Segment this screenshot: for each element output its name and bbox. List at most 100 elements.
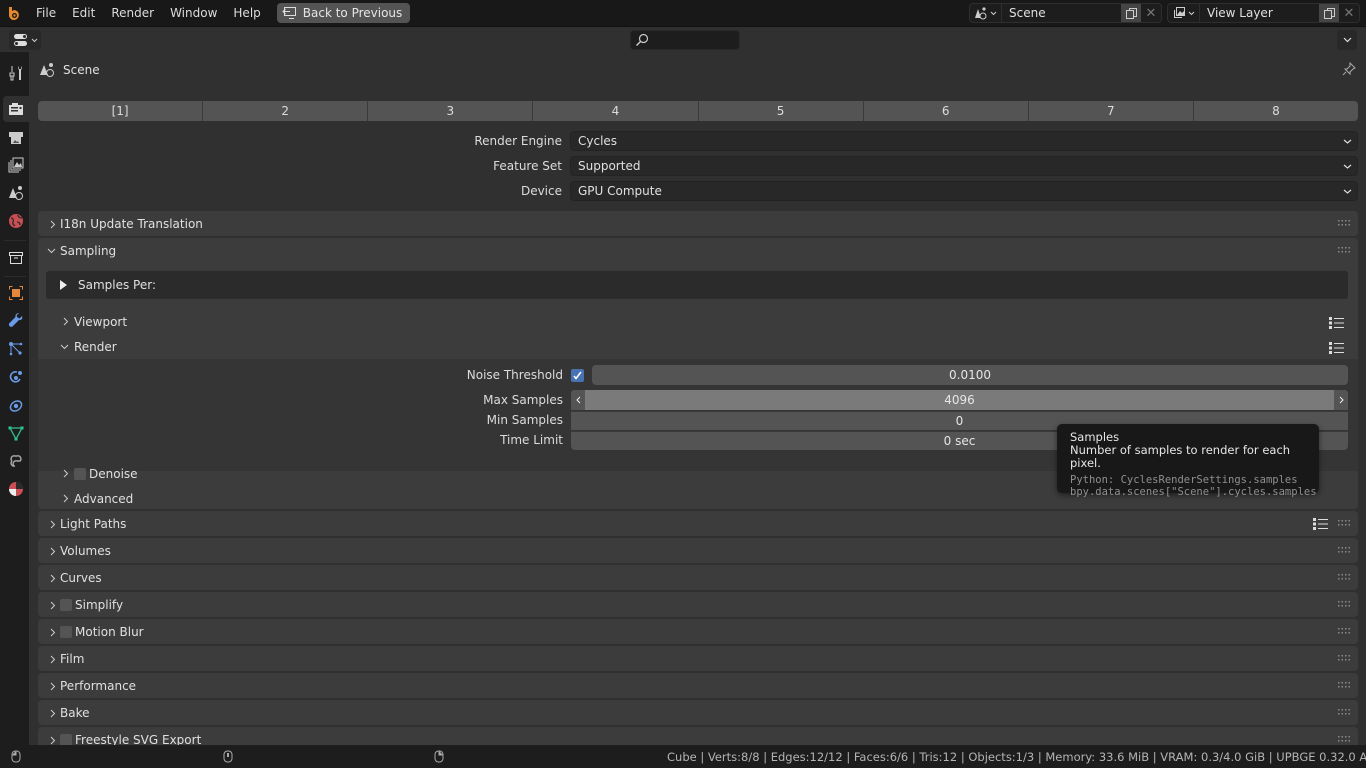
drag-grip-icon[interactable] [1338, 709, 1350, 716]
panel-header[interactable]: Performance [38, 673, 1358, 699]
panel-header[interactable]: Light Paths [38, 511, 1358, 537]
search-icon [636, 33, 649, 46]
pin-icon[interactable] [1342, 61, 1356, 79]
duplicate-scene-button[interactable] [1121, 4, 1141, 22]
samples-per-label: Samples Per: [78, 278, 157, 292]
panel-header[interactable]: Freestyle SVG Export [38, 727, 1358, 745]
panel-header[interactable]: Film [38, 646, 1358, 672]
tab-material[interactable] [3, 476, 29, 502]
presets-list-icon[interactable] [1329, 317, 1344, 329]
tab-collection[interactable] [3, 245, 29, 271]
drag-grip-icon[interactable] [1338, 655, 1350, 662]
tab-scene[interactable] [3, 180, 29, 206]
tab-particles[interactable] [3, 336, 29, 362]
options-dropdown-button[interactable] [1337, 30, 1357, 50]
duplicate-view-layer-button[interactable] [1319, 4, 1339, 22]
tab-world[interactable] [3, 208, 29, 234]
menu-render[interactable]: Render [103, 0, 162, 26]
panel-header[interactable]: Simplify [38, 592, 1358, 618]
tab-tool[interactable] [3, 60, 29, 86]
subpanel-denoise[interactable]: Denoise [38, 461, 138, 486]
device-dropdown[interactable]: GPU Compute [570, 181, 1358, 201]
subpanel-viewport[interactable]: Viewport [38, 309, 127, 334]
render-slot-5[interactable]: 5 [699, 101, 864, 121]
app-logo-icon[interactable] [0, 0, 28, 26]
noise-threshold-field[interactable]: 0.0100 [592, 365, 1348, 385]
panel-header[interactable]: Motion Blur [38, 619, 1358, 645]
motion-blur-checkbox[interactable] [60, 626, 72, 638]
menu-help[interactable]: Help [225, 0, 268, 26]
tab-object[interactable] [3, 280, 29, 306]
view-layer-selector[interactable]: View Layer ✕ [1167, 3, 1360, 23]
render-engine-dropdown[interactable]: Cycles [570, 131, 1358, 151]
subpanel-advanced[interactable]: Advanced [38, 486, 133, 511]
drag-grip-icon[interactable] [1338, 736, 1350, 743]
panel-curves: Curves [38, 565, 1358, 590]
tab-view-layer[interactable] [3, 152, 29, 178]
material-icon [9, 482, 23, 496]
search-input[interactable] [630, 30, 740, 50]
checkmark-icon [573, 371, 582, 380]
render-slot-4[interactable]: 4 [533, 101, 699, 121]
presets-list-icon[interactable] [1313, 518, 1328, 530]
drag-grip-icon[interactable] [1338, 628, 1350, 635]
drag-grip-icon[interactable] [1338, 547, 1350, 554]
tab-physics[interactable] [3, 364, 29, 390]
panel-header[interactable]: Bake [38, 700, 1358, 726]
editor-type-button[interactable] [9, 30, 41, 50]
top-bar: File Edit Render Window Help Back to Pre… [0, 0, 1366, 26]
drag-grip-icon[interactable] [1338, 247, 1350, 254]
tab-output[interactable] [3, 124, 29, 150]
status-info: Cube | Verts:8/8 | Edges:12/12 | Faces:6… [667, 750, 1366, 764]
tab-render[interactable] [3, 96, 29, 122]
menu-file[interactable]: File [28, 0, 64, 26]
increment-arrow-icon[interactable] [1334, 390, 1348, 410]
decrement-arrow-icon[interactable] [571, 390, 585, 410]
presets-list-icon[interactable] [1329, 342, 1344, 354]
panel-header[interactable]: I18n Update Translation [38, 211, 1358, 237]
freestyle-svg-checkbox[interactable] [60, 734, 72, 745]
render-slots: [1] 2 3 4 5 6 7 8 [38, 101, 1358, 121]
close-icon[interactable]: ✕ [1339, 4, 1359, 22]
render-slot-6[interactable]: 6 [864, 101, 1029, 121]
render-slot-7[interactable]: 7 [1029, 101, 1194, 121]
view-layer-name-field[interactable]: View Layer [1200, 4, 1319, 22]
menu-window[interactable]: Window [162, 0, 225, 26]
subpanel-render[interactable]: Render [38, 334, 117, 359]
back-to-previous-button[interactable]: Back to Previous [276, 3, 411, 23]
drag-grip-icon[interactable] [1338, 574, 1350, 581]
triangle-right-icon [60, 280, 67, 290]
render-slot-3[interactable]: 3 [368, 101, 534, 121]
tab-constraints[interactable] [3, 392, 29, 418]
chevron-right-icon [38, 469, 74, 478]
panel-header[interactable]: Volumes [38, 538, 1358, 564]
min-samples-label: Min Samples [486, 413, 563, 427]
simplify-checkbox[interactable] [60, 599, 72, 611]
status-bar: Cube | Verts:8/8 | Edges:12/12 | Faces:6… [0, 745, 1366, 768]
samples-per-box[interactable]: Samples Per: [46, 271, 1348, 299]
panel-header[interactable]: Curves [38, 565, 1358, 591]
render-slot-8[interactable]: 8 [1194, 101, 1358, 121]
max-samples-field[interactable]: 4096 [571, 390, 1348, 410]
close-icon[interactable]: ✕ [1141, 4, 1161, 22]
scene-name-field[interactable]: Scene [1002, 4, 1121, 22]
panel-header[interactable]: Sampling [38, 238, 1358, 264]
tab-object-data[interactable] [3, 420, 29, 446]
subpanel-title: Advanced [74, 491, 134, 506]
scene-selector[interactable]: Scene ✕ [969, 3, 1162, 23]
tab-material-links[interactable] [3, 448, 29, 474]
render-slot-1[interactable]: [1] [38, 101, 204, 121]
drag-grip-icon[interactable] [1338, 220, 1350, 227]
scene-browse-button[interactable] [970, 4, 1002, 22]
drag-grip-icon[interactable] [1338, 520, 1350, 527]
view-layer-browse-button[interactable] [1168, 4, 1200, 22]
render-slot-2[interactable]: 2 [203, 101, 369, 121]
menu-edit[interactable]: Edit [64, 0, 103, 26]
noise-threshold-checkbox[interactable] [571, 369, 584, 382]
feature-set-dropdown[interactable]: Supported [570, 156, 1358, 176]
drag-grip-icon[interactable] [1338, 682, 1350, 689]
panel-performance: Performance [38, 673, 1358, 698]
drag-grip-icon[interactable] [1338, 601, 1350, 608]
tab-modifiers[interactable] [3, 308, 29, 334]
denoise-checkbox[interactable] [74, 467, 86, 480]
